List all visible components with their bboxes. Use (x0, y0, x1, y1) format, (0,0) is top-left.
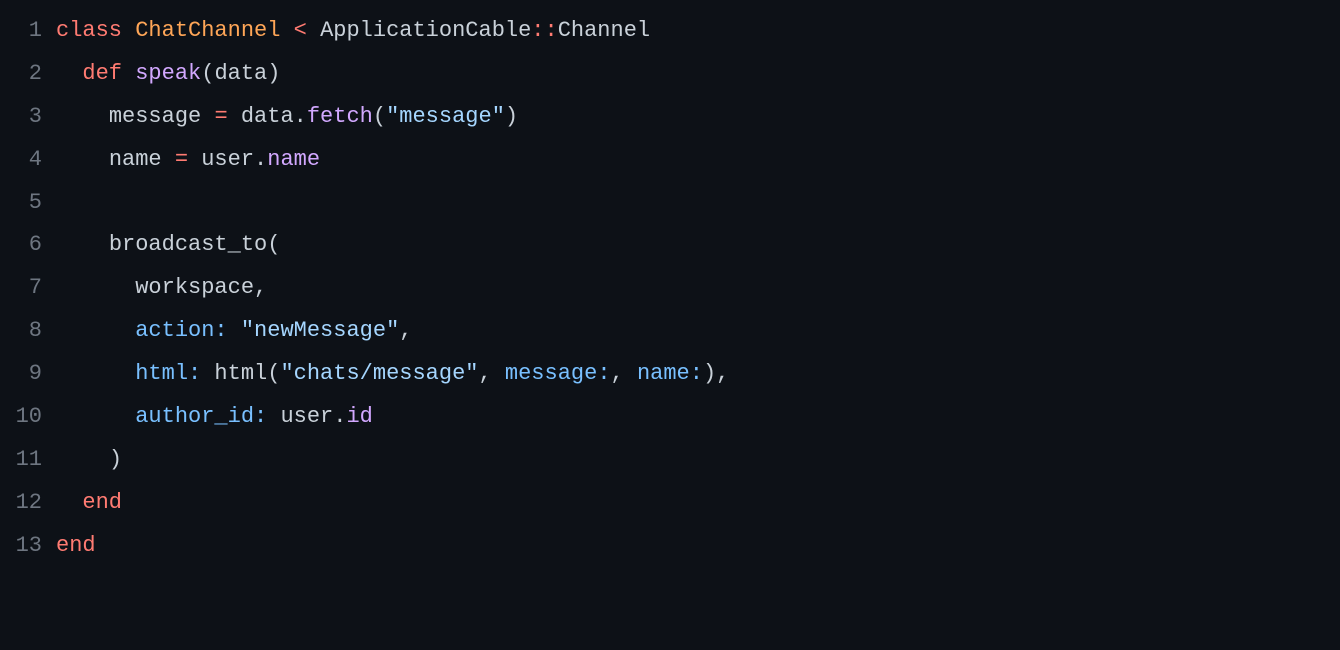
code-token: ApplicationCable (320, 18, 531, 43)
code-token: = (214, 104, 227, 129)
code-token: workspace (135, 275, 254, 300)
code-token: , (479, 361, 505, 386)
line-number: 5 (0, 182, 56, 225)
code-token: def (82, 61, 135, 86)
code-token: ChatChannel (135, 18, 280, 43)
code-content[interactable]: html: html("chats/message", message:, na… (56, 353, 1340, 396)
code-content[interactable]: ) (56, 439, 1340, 482)
code-content[interactable]: workspace, (56, 267, 1340, 310)
code-token: . (294, 104, 307, 129)
code-token: message: (505, 361, 611, 386)
line-number: 2 (0, 53, 56, 96)
line-number: 7 (0, 267, 56, 310)
line-number: 3 (0, 96, 56, 139)
code-content[interactable]: author_id: user.id (56, 396, 1340, 439)
code-token: name (267, 147, 320, 172)
line-number: 12 (0, 482, 56, 525)
code-line[interactable]: 13end (0, 525, 1340, 568)
code-content[interactable]: end (56, 525, 1340, 568)
code-token: name: (637, 361, 703, 386)
code-line[interactable]: 6 broadcast_to( (0, 224, 1340, 267)
code-content[interactable]: def speak(data) (56, 53, 1340, 96)
code-token: "chats/message" (280, 361, 478, 386)
code-token: . (254, 147, 267, 172)
code-content[interactable]: broadcast_to( (56, 224, 1340, 267)
code-token: action: (135, 318, 227, 343)
code-line[interactable]: 9 html: html("chats/message", message:, … (0, 353, 1340, 396)
code-token: id (346, 404, 372, 429)
code-content[interactable]: end (56, 482, 1340, 525)
code-token (228, 318, 241, 343)
code-token: ( (201, 61, 214, 86)
code-line[interactable]: 11 ) (0, 439, 1340, 482)
code-token: ( (267, 232, 280, 257)
code-line[interactable]: 12 end (0, 482, 1340, 525)
line-number: 4 (0, 139, 56, 182)
code-token: ) (505, 104, 518, 129)
code-line[interactable]: 10 author_id: user.id (0, 396, 1340, 439)
code-token: ) (109, 447, 122, 472)
code-token: ) (703, 361, 716, 386)
line-number: 10 (0, 396, 56, 439)
code-token: message (109, 104, 215, 129)
code-token: = (175, 147, 188, 172)
code-token: html: (135, 361, 201, 386)
code-token: data (228, 104, 294, 129)
code-token: user (267, 404, 333, 429)
line-number: 11 (0, 439, 56, 482)
code-content[interactable]: message = data.fetch("message") (56, 96, 1340, 139)
code-token: data (214, 61, 267, 86)
code-token: html (201, 361, 267, 386)
code-token: user (188, 147, 254, 172)
code-token: "message" (386, 104, 505, 129)
code-editor[interactable]: 1class ChatChannel < ApplicationCable::C… (0, 10, 1340, 568)
code-token: name (109, 147, 175, 172)
code-token: ) (267, 61, 280, 86)
code-line[interactable]: 7 workspace, (0, 267, 1340, 310)
line-number: 9 (0, 353, 56, 396)
code-token: speak (135, 61, 201, 86)
code-token: , (611, 361, 637, 386)
code-token: ( (267, 361, 280, 386)
code-line[interactable]: 8 action: "newMessage", (0, 310, 1340, 353)
code-token: , (254, 275, 267, 300)
code-line[interactable]: 3 message = data.fetch("message") (0, 96, 1340, 139)
code-line[interactable]: 5 (0, 182, 1340, 225)
code-content[interactable]: name = user.name (56, 139, 1340, 182)
code-token: Channel (558, 18, 650, 43)
code-content[interactable]: action: "newMessage", (56, 310, 1340, 353)
code-token: author_id: (135, 404, 267, 429)
code-line[interactable]: 4 name = user.name (0, 139, 1340, 182)
line-number: 1 (0, 10, 56, 53)
code-token: :: (531, 18, 557, 43)
line-number: 6 (0, 224, 56, 267)
line-number: 13 (0, 525, 56, 568)
code-token: end (82, 490, 122, 515)
code-token: broadcast_to (109, 232, 267, 257)
code-token: , (399, 318, 412, 343)
code-token: < (280, 18, 320, 43)
code-token: . (333, 404, 346, 429)
line-number: 8 (0, 310, 56, 353)
code-token: , (716, 361, 729, 386)
code-token: end (56, 533, 96, 558)
code-token: ( (373, 104, 386, 129)
code-line[interactable]: 1class ChatChannel < ApplicationCable::C… (0, 10, 1340, 53)
code-token: fetch (307, 104, 373, 129)
code-line[interactable]: 2 def speak(data) (0, 53, 1340, 96)
code-token: class (56, 18, 135, 43)
code-content[interactable]: class ChatChannel < ApplicationCable::Ch… (56, 10, 1340, 53)
code-token: "newMessage" (241, 318, 399, 343)
